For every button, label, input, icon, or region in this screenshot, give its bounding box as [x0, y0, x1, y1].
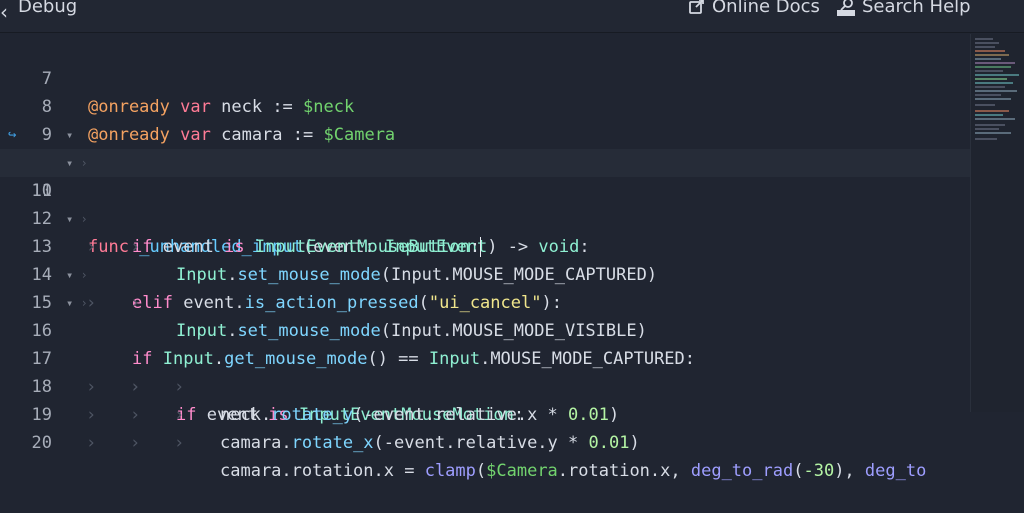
debug-menu[interactable]: Debug: [18, 0, 77, 18]
code-text: camara.rotation.x = clamp($Camera.rotati…: [220, 461, 927, 481]
code-line: 13 ▾ › elif event.is_action_pressed("ui_…: [0, 205, 970, 313]
current-code-line: 11 ▾ › if event is InputEventMouseButton…: [0, 149, 970, 257]
external-link-icon: [689, 0, 704, 14]
editor-toolbar: Debug Online Docs Search Help ‹: [0, 0, 1024, 33]
code-line: 18 › › › camara.rotate_x(-event.relative.y…: [0, 345, 970, 453]
code-text: camara.rotate_x(-event.relative.y * 0.01…: [220, 433, 640, 453]
connected-signal-icon[interactable]: ↪: [8, 121, 16, 149]
fold-arrow-icon[interactable]: ▾ ›: [66, 261, 88, 289]
doc-search-icon: [837, 0, 855, 16]
fold-arrow-icon[interactable]: ▾ ›: [66, 149, 88, 177]
online-docs-button[interactable]: Online Docs: [688, 0, 820, 18]
code-line: 17 › › › neck.rotate_y(-event.relative.x *…: [0, 317, 970, 425]
code-editor[interactable]: 7 @onready var neck := $neck 8 @onready …: [0, 34, 970, 481]
search-help-button[interactable]: Search Help: [836, 0, 971, 18]
search-help-label: Search Help: [862, 0, 971, 17]
code-line: 16 ▾ › › if event is InputEventMouseMoti…: [0, 289, 970, 425]
line-number: 20: [31, 433, 52, 453]
code-line: 7 @onready var neck := $neck: [0, 37, 970, 117]
code-line: 19 › › › camara.rotation.x = clamp($Camera…: [0, 373, 970, 481]
fold-arrow-icon[interactable]: ▾ ›: [66, 205, 88, 233]
fold-arrow-icon[interactable]: ▾: [66, 121, 73, 149]
code-line: 12 › › Input.set_mouse_mode(Input.MOUSE_M…: [0, 177, 970, 285]
code-line: 15 ▾ › if Input.get_mouse_mode() == Inpu…: [0, 261, 970, 369]
code-line: 14 › › Input.set_mouse_mode(Input.MOUSE_M…: [0, 233, 970, 341]
code-line: 20: [0, 401, 970, 453]
fold-arrow-icon[interactable]: ▾ ›: [66, 289, 88, 317]
code-line: ↪ 10 ▾ func _unhandled_input(event: Inpu…: [0, 121, 970, 257]
code-minimap[interactable]: [970, 34, 1024, 412]
online-docs-label: Online Docs: [712, 0, 820, 17]
chevron-left-icon[interactable]: ‹: [0, 0, 8, 24]
code-line: 9: [0, 93, 970, 145]
code-line: 8 @onready var camara := $Camera: [0, 65, 970, 145]
